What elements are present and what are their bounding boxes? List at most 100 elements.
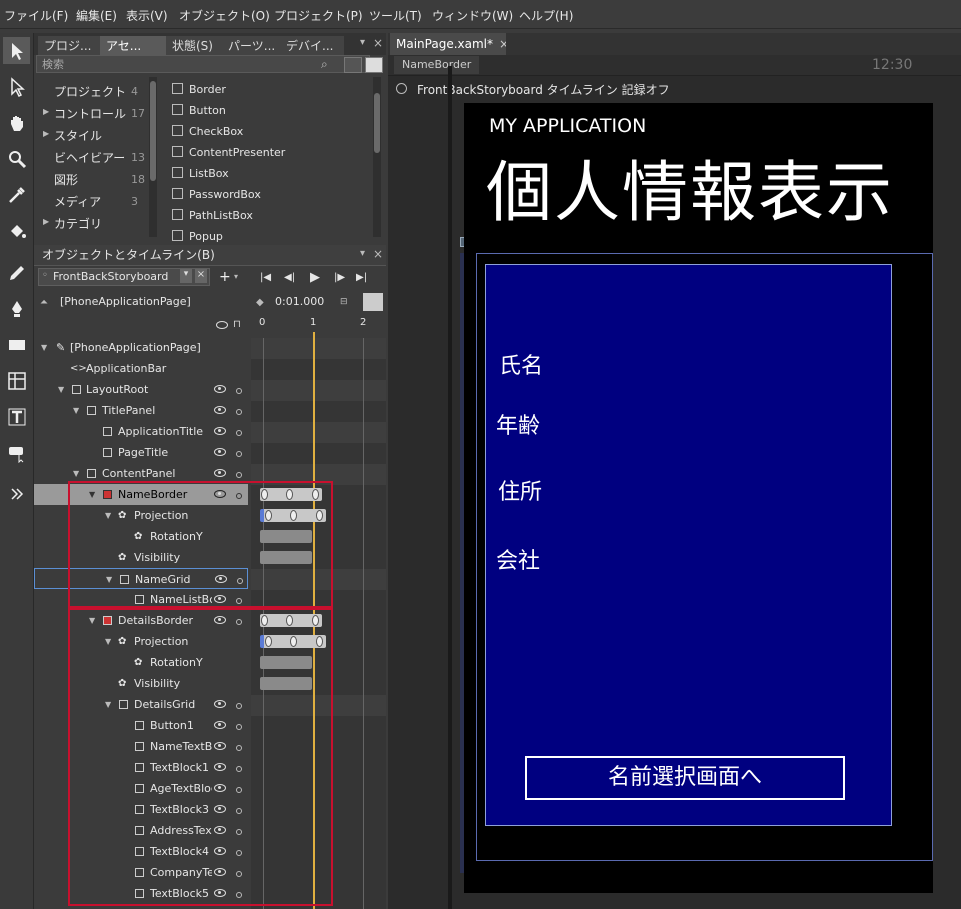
tree-node-pagetitle[interactable]: PageTitle — [34, 442, 248, 463]
tab-parts[interactable]: パーツ... — [222, 36, 282, 56]
category-shapes[interactable]: 図形 — [54, 171, 78, 188]
pencil-icon[interactable] — [3, 259, 30, 286]
asset-checkbox[interactable]: CheckBox — [172, 125, 243, 138]
scope-root-label: [PhoneApplicationPage] — [60, 295, 191, 308]
menu-view[interactable]: 表示(V) — [126, 7, 168, 24]
tab-project[interactable]: プロジ... — [38, 36, 102, 56]
category-behaviors[interactable]: ビヘイビアー — [54, 149, 125, 166]
pan-hand-icon[interactable] — [3, 109, 30, 136]
pin-icon[interactable]: ▾ — [360, 37, 365, 48]
asset-listbox[interactable]: ListBox — [172, 167, 229, 180]
paint-bucket-icon[interactable] — [3, 217, 30, 244]
time-display[interactable]: 0:01.000 — [275, 295, 324, 308]
menu-help[interactable]: ヘルプ(H) — [519, 7, 573, 24]
search-icon: ⌕ — [321, 57, 328, 71]
category-categories[interactable]: カテゴリ — [54, 215, 102, 232]
tab-device[interactable]: デバイ... — [280, 36, 344, 56]
menu-file[interactable]: ファイル(F) — [4, 7, 68, 24]
more-tools-icon[interactable] — [3, 480, 30, 507]
zoom-icon[interactable] — [3, 145, 30, 172]
document-area: MainPage.xaml* × NameBorder 12:30 FrontBa… — [388, 33, 961, 909]
eye-header-icon[interactable] — [216, 321, 228, 329]
last-frame-icon[interactable]: ▶| — [356, 272, 367, 283]
ruler-icon: ⊟ — [340, 297, 348, 307]
direct-selection-icon[interactable] — [3, 73, 30, 100]
close-icon[interactable]: × — [373, 247, 383, 261]
company-label: 会社 — [496, 549, 541, 574]
asset-border[interactable]: Border — [172, 83, 226, 96]
name-label: 氏名 — [499, 354, 544, 379]
asset-passwordbox[interactable]: PasswordBox — [172, 188, 261, 201]
menu-edit[interactable]: 編集(E) — [76, 7, 117, 24]
play-icon[interactable]: ▶ — [310, 270, 320, 285]
timeline-gridline — [363, 338, 364, 909]
menu-window[interactable]: ウィンドウ(W) — [432, 7, 513, 24]
toolbox — [0, 33, 34, 909]
breadcrumb[interactable]: NameBorder — [394, 56, 480, 74]
record-icon[interactable] — [396, 83, 407, 94]
tree-node-page[interactable]: ▼ ✎ [PhoneApplicationPage] — [34, 337, 248, 358]
expand-arrow-icon[interactable]: ▶ — [43, 217, 49, 226]
tree-node-titlepanel[interactable]: ▼ TitlePanel — [34, 400, 248, 421]
asset-pathlistbox[interactable]: PathListBox — [172, 209, 253, 222]
tree-node-applicationbar[interactable]: <> ApplicationBar — [34, 358, 248, 379]
asset-popup[interactable]: Popup — [172, 230, 223, 243]
category-scrollbar[interactable] — [149, 77, 157, 237]
rectangle-icon[interactable] — [3, 331, 30, 358]
snap-icon[interactable] — [363, 293, 383, 311]
asset-contentpresenter[interactable]: ContentPresenter — [172, 146, 285, 159]
name-select-button[interactable]: 名前選択画面へ — [525, 756, 845, 800]
menu-object[interactable]: オブジェクト(O) — [179, 7, 270, 24]
close-storyboard-icon[interactable]: × — [195, 269, 207, 283]
grid-view-icon[interactable] — [344, 57, 362, 73]
text-tool-icon[interactable] — [3, 403, 30, 430]
menu-bar: ファイル(F) 編集(E) 表示(V) オブジェクト(O) プロジェクト(P) … — [0, 0, 961, 29]
keyframe-icon[interactable]: ◆ — [256, 297, 264, 308]
grid-icon[interactable] — [3, 367, 30, 394]
close-icon[interactable]: × — [373, 36, 383, 50]
list-view-icon[interactable] — [365, 57, 383, 73]
tab-states[interactable]: 状態(S) — [166, 36, 224, 56]
tab-mainpage[interactable]: MainPage.xaml* × — [390, 33, 506, 55]
category-count: 18 — [131, 173, 145, 186]
tab-assets[interactable]: アセ... — [100, 36, 168, 56]
chevron-down-icon[interactable]: ▾ — [234, 272, 238, 281]
tree-node-layoutroot[interactable]: ▼ LayoutRoot — [34, 379, 248, 400]
dropdown-icon[interactable]: ▾ — [180, 269, 192, 283]
add-storyboard-icon[interactable]: + — [219, 269, 231, 285]
timeline-ruler[interactable]: 0 1 2 — [251, 315, 386, 337]
tree-node-applicationtitle[interactable]: ApplicationTitle — [34, 421, 248, 442]
eyedropper-icon[interactable] — [3, 181, 30, 208]
age-label: 年齢 — [496, 414, 541, 439]
category-media[interactable]: メディア — [54, 193, 101, 210]
category-count: 4 — [131, 85, 138, 98]
category-controls[interactable]: コントロール — [54, 105, 126, 122]
expand-arrow-icon[interactable]: ▶ — [43, 107, 49, 116]
expand-arrow-icon[interactable]: ▶ — [43, 129, 49, 138]
pen-icon[interactable] — [3, 295, 30, 322]
prev-frame-icon[interactable]: ◀| — [284, 272, 295, 283]
control-scrollbar[interactable] — [373, 77, 381, 237]
address-label: 住所 — [498, 480, 543, 505]
highlight-detailsborder — [68, 608, 333, 906]
control-tool-icon[interactable] — [3, 439, 30, 466]
category-count: 13 — [131, 151, 145, 164]
details-border[interactable]: 氏名 年齢 住所 会社 名前選択画面へ — [485, 264, 892, 826]
clock-text: 12:30 — [872, 57, 913, 73]
lock-header-icon[interactable]: ⊓ — [233, 319, 241, 330]
assets-search-input[interactable]: 検索 — [36, 55, 370, 73]
scope-up-icon[interactable]: ⏶ — [40, 297, 48, 308]
menu-project[interactable]: プロジェクト(P) — [274, 7, 363, 24]
category-project[interactable]: プロジェクト — [54, 83, 126, 100]
assets-panel: プロジ... アセ... 状態(S) パーツ... デバイ... ▾ × 検索 … — [34, 33, 386, 245]
asset-button[interactable]: Button — [172, 104, 226, 117]
first-frame-icon[interactable]: |◀ — [260, 272, 271, 283]
recording-status: FrontBackStoryboard タイムライン 記録オフ — [417, 83, 670, 97]
next-frame-icon[interactable]: |▶ — [334, 272, 345, 283]
page-title: 個人情報表示 — [486, 154, 894, 231]
category-styles[interactable]: スタイル — [54, 127, 102, 144]
application-title: MY APPLICATION — [489, 115, 647, 137]
menu-tools[interactable]: ツール(T) — [369, 7, 422, 24]
pin-icon[interactable]: ▾ — [360, 248, 365, 259]
selection-tool-icon[interactable] — [3, 37, 30, 64]
